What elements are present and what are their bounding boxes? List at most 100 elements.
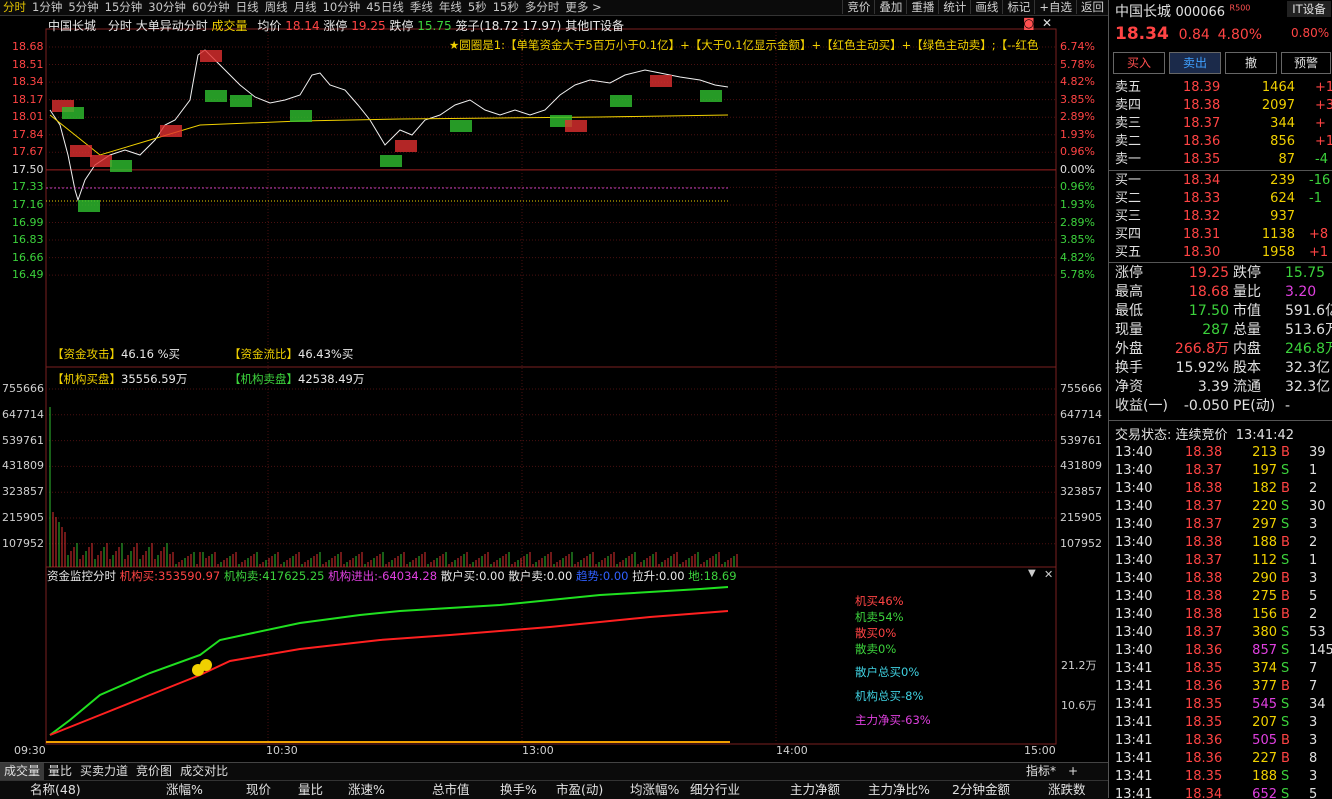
cancel-button[interactable]: 撤	[1225, 52, 1277, 74]
period-tab-10[interactable]: 45日线	[363, 0, 407, 14]
ask-row[interactable]: 卖四 18.38 2097 +31	[1109, 97, 1332, 115]
stat-label: 市值	[1233, 303, 1261, 319]
column-header-12[interactable]: 2分钟金额	[952, 781, 1010, 799]
buy-button[interactable]: 买入	[1113, 52, 1165, 74]
tick-row: 13:41 18.35 188 S 3	[1109, 768, 1332, 786]
period-tab-9[interactable]: 10分钟	[320, 0, 364, 14]
chart-mode-intraday[interactable]: 分时	[108, 19, 132, 33]
tab-buy-sell-power[interactable]: 买卖力道	[76, 763, 132, 780]
bid-row[interactable]: 买一 18.34 239 -16	[1109, 172, 1332, 190]
tick-price: 18.37	[1185, 553, 1223, 568]
chart-mode-volume[interactable]: 成交量	[212, 19, 248, 33]
sector-name[interactable]: 其他IT设备	[565, 19, 624, 33]
stat-value: 15.75	[1285, 265, 1326, 281]
tick-time: 13:40	[1115, 589, 1153, 604]
sell-button[interactable]: 卖出	[1169, 52, 1221, 74]
fm-retail-buy: 0.00	[479, 569, 505, 583]
list-table-header: 名称(48) 涨幅% 现价 量比 涨速% 总市值 换手% 市盈(动) 均涨幅% 细分行业 主力净额 主…	[0, 780, 1108, 799]
volume-tick-left-2: 539761	[2, 433, 44, 447]
tick-row: 13:40 18.37 112 S 1	[1109, 552, 1332, 570]
period-tab-0[interactable]: 分时	[0, 0, 29, 14]
bid-row[interactable]: 买三 18.32 937	[1109, 208, 1332, 226]
sector-tag[interactable]: IT设备	[1287, 1, 1331, 17]
column-header-0[interactable]: 名称(48)	[30, 781, 81, 799]
fund-monitor-header: 资金监控分时 机构买:353590.97 机构卖:417625.25 机构进出:…	[47, 568, 737, 584]
column-header-3[interactable]: 量比	[298, 781, 323, 799]
period-tab-1[interactable]: 1分钟	[29, 0, 65, 14]
tick-extra: 3	[1309, 769, 1318, 784]
column-header-6[interactable]: 换手%	[500, 781, 537, 799]
ask-label: 卖一	[1115, 152, 1142, 167]
toolbar-right-6[interactable]: +自选	[1034, 0, 1076, 14]
toolbar-right-3[interactable]: 统计	[938, 0, 970, 14]
bid-label: 买四	[1115, 227, 1142, 242]
indicator-button[interactable]: 指标*	[1022, 763, 1060, 780]
ask-row[interactable]: 卖一 18.35 87 -4	[1109, 151, 1332, 169]
period-tab-11[interactable]: 季线	[407, 0, 436, 14]
tick-row: 13:40 18.37 197 S 1	[1109, 462, 1332, 480]
toolbar-right-4[interactable]: 画线	[970, 0, 1002, 14]
tick-row: 13:40 18.38 156 B 2	[1109, 606, 1332, 624]
tab-trade-compare[interactable]: 成交对比	[176, 763, 232, 780]
chart-mode-bigorder[interactable]: 大单异动分时	[136, 19, 208, 33]
period-tab-5[interactable]: 60分钟	[189, 0, 233, 14]
ask-row[interactable]: 卖三 18.37 344 +	[1109, 115, 1332, 133]
bid-change: -1	[1309, 191, 1322, 206]
tick-time: 13:41	[1115, 787, 1153, 798]
tick-side: S	[1281, 517, 1290, 532]
bid-volume: 1958	[1261, 245, 1295, 260]
bid-row[interactable]: 买四 18.31 1138 +8	[1109, 226, 1332, 244]
column-header-11[interactable]: 主力净比%	[868, 781, 930, 799]
column-header-9[interactable]: 细分行业	[690, 781, 740, 799]
period-tab-13[interactable]: 5秒	[465, 0, 490, 14]
record-icon[interactable]: ◙	[1023, 16, 1035, 30]
tab-auction-chart[interactable]: 竞价图	[132, 763, 176, 780]
column-header-5[interactable]: 总市值	[432, 781, 470, 799]
price-tick-right-13: 5.78%	[1060, 268, 1095, 282]
ask-row[interactable]: 卖二 18.36 856 +11	[1109, 133, 1332, 151]
toolbar-right-0[interactable]: 竞价	[842, 0, 874, 14]
chart-stock-name: 中国长城	[48, 19, 97, 33]
bid-row[interactable]: 买二 18.33 624 -1	[1109, 190, 1332, 208]
column-header-13[interactable]: 涨跌数	[1048, 781, 1086, 799]
period-tab-2[interactable]: 5分钟	[65, 0, 101, 14]
toolbar-right-5[interactable]: 标记	[1002, 0, 1034, 14]
period-tab-3[interactable]: 15分钟	[102, 0, 146, 14]
tick-volume: 290	[1252, 571, 1277, 586]
column-header-8[interactable]: 均涨幅%	[630, 781, 679, 799]
column-header-10[interactable]: 主力净额	[790, 781, 840, 799]
period-tab-15[interactable]: 多分时	[522, 0, 563, 14]
period-tab-12[interactable]: 年线	[436, 0, 465, 14]
period-tab-4[interactable]: 30分钟	[145, 0, 189, 14]
add-indicator-button[interactable]: +	[1064, 763, 1082, 780]
column-header-1[interactable]: 涨幅%	[166, 781, 203, 799]
toolbar-right-2[interactable]: 重播	[906, 0, 938, 14]
tab-volume[interactable]: 成交量	[0, 763, 45, 780]
column-header-7[interactable]: 市盈(动)	[556, 781, 603, 799]
fm-inst-sell: 417625.25	[262, 569, 325, 583]
period-tab-8[interactable]: 月线	[291, 0, 320, 14]
panel-close-icon[interactable]: ✕	[1044, 568, 1053, 581]
toolbar-right-1[interactable]: 叠加	[874, 0, 906, 14]
tick-price: 18.37	[1185, 499, 1223, 514]
bid-price: 18.31	[1183, 227, 1221, 242]
stat-row: 最高 18.68 量比 3.20	[1109, 283, 1332, 301]
period-tab-6[interactable]: 日线	[233, 0, 262, 14]
ask-price: 18.39	[1183, 80, 1221, 95]
period-tab-16[interactable]: 更多 >	[562, 0, 604, 14]
period-tab-7[interactable]: 周线	[262, 0, 291, 14]
tab-volume-ratio[interactable]: 量比	[44, 763, 76, 780]
toolbar-right-7[interactable]: 返回	[1076, 0, 1108, 14]
tick-side: S	[1281, 769, 1290, 784]
bid-row[interactable]: 买五 18.30 1958 +1	[1109, 244, 1332, 262]
panel-dropdown-icon[interactable]: ▼	[1028, 568, 1036, 579]
column-header-4[interactable]: 涨速%	[348, 781, 385, 799]
ask-row[interactable]: 卖五 18.39 1464 +10	[1109, 79, 1332, 97]
column-header-2[interactable]: 现价	[246, 781, 271, 799]
alert-button[interactable]: 预警	[1281, 52, 1331, 74]
close-icon[interactable]: ✕	[1042, 16, 1052, 30]
inst-buy-flag: 【机构买盘】35556.59万	[52, 371, 187, 387]
price-tick-left-11: 16.83	[12, 233, 44, 247]
tick-extra: 7	[1309, 661, 1318, 676]
period-tab-14[interactable]: 15秒	[490, 0, 522, 14]
